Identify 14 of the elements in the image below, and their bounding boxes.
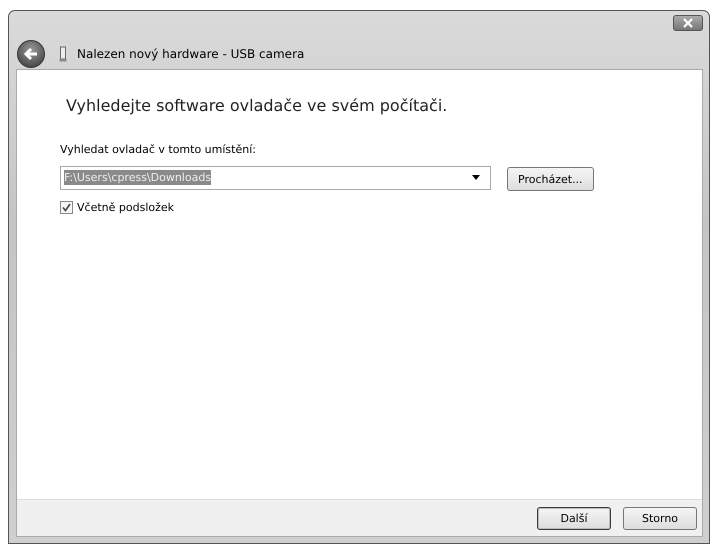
browse-button[interactable]: Procházet... [507, 167, 594, 191]
close-button[interactable] [673, 15, 703, 31]
footer-button[interactable]: Storno [623, 506, 697, 530]
page-heading: Vyhledejte software ovladače ve svém počítači. [66, 96, 448, 115]
location-label: Vyhledat ovladač v tomto umístění: [60, 143, 257, 156]
close-icon [681, 18, 695, 28]
checkbox[interactable] [60, 201, 73, 214]
checkbox-label: Včetně podsložek [77, 201, 174, 214]
usb-device-icon [59, 46, 67, 62]
dropdown-arrow-icon [472, 175, 480, 180]
window-title: Nalezen nový hardware - USB camera [77, 47, 304, 61]
back-button[interactable] [17, 40, 45, 68]
footer-button[interactable]: Další [537, 506, 611, 530]
back-arrow-icon [22, 45, 40, 63]
